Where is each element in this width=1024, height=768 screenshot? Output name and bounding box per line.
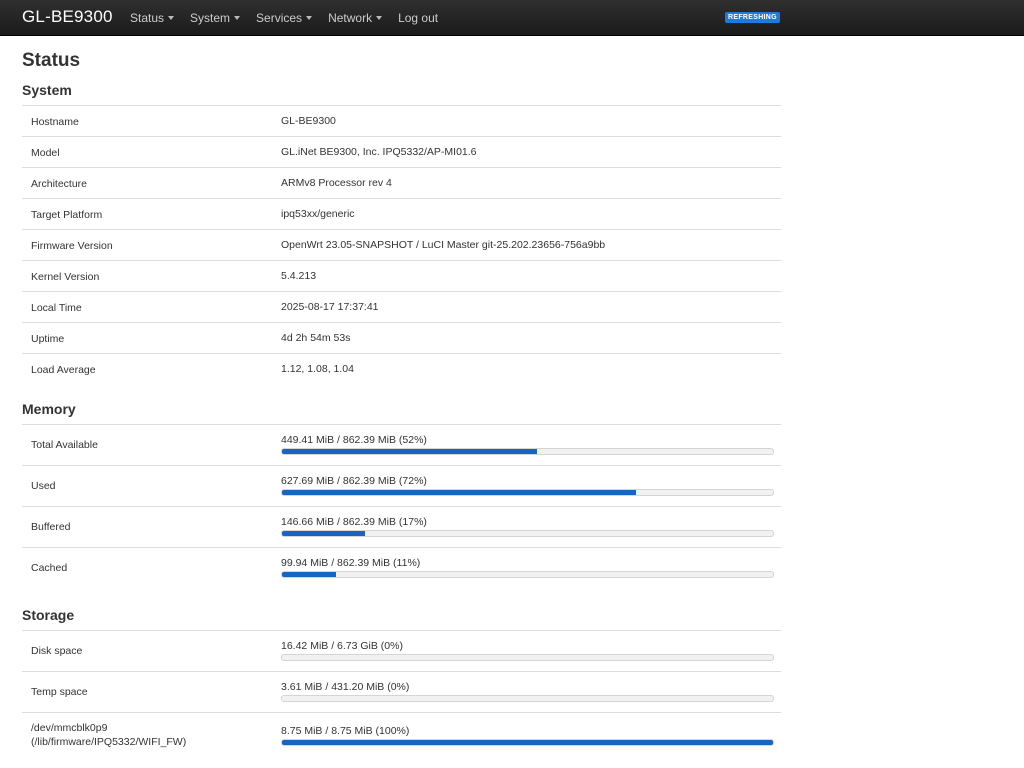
row-value: GL.iNet BE9300, Inc. IPQ5332/AP-MI01.6 [281, 146, 477, 158]
system-row-target-platform: Target Platform ipq53xx/generic [22, 198, 781, 229]
memory-table: Total Available 449.41 MiB / 862.39 MiB (… [22, 424, 781, 588]
storage-row-disk-space: Disk space 16.42 MiB / 6.73 GiB (0%) [22, 630, 781, 671]
row-label: Buffered [31, 521, 71, 533]
row-label: Firmware Version [31, 240, 113, 252]
row-value: GL-BE9300 [281, 115, 336, 127]
nav-status-menu[interactable]: Status [130, 10, 175, 25]
progress-fill [282, 572, 336, 577]
system-row-firmware-version: Firmware Version OpenWrt 23.05-SNAPSHOT /… [22, 229, 781, 260]
row-label: Temp space [31, 686, 88, 698]
system-row-model: Model GL.iNet BE9300, Inc. IPQ5332/AP-MI0… [22, 136, 781, 167]
nav-services-label: Services [256, 10, 303, 25]
navbar: GL-BE9300 Status System Services Network… [0, 0, 1024, 36]
row-value: 1.12, 1.08, 1.04 [281, 363, 354, 375]
row-label: Total Available [31, 439, 98, 451]
row-label: Hostname [31, 116, 79, 128]
row-label: Model [31, 147, 60, 159]
nav-menu: Status System Services Network Log out [130, 0, 454, 35]
system-row-uptime: Uptime 4d 2h 54m 53s [22, 322, 781, 353]
caret-down-icon [168, 16, 175, 21]
row-value: 3.61 MiB / 431.20 MiB (0%) [281, 681, 410, 693]
row-value: 5.4.213 [281, 270, 317, 282]
caret-down-icon [234, 16, 241, 21]
row-value: 449.41 MiB / 862.39 MiB (52%) [281, 434, 427, 446]
row-label: /dev/mmcblk0p9 (/lib/firmware/IPQ5332/WIF… [31, 721, 186, 749]
row-label-line2: (/lib/firmware/IPQ5332/WIFI_FW) [31, 736, 187, 748]
page-title: Status [22, 50, 81, 71]
progress-fill [282, 490, 636, 495]
row-label: Disk space [31, 645, 83, 657]
row-value: OpenWrt 23.05-SNAPSHOT / LuCI Master git… [281, 239, 606, 251]
row-value: ipq53xx/generic [281, 208, 355, 220]
nav-logout-link[interactable]: Log out [398, 11, 438, 25]
row-value: 627.69 MiB / 862.39 MiB (72%) [281, 475, 427, 487]
progress-track [281, 654, 774, 661]
refreshing-indicator[interactable]: REFRESHING [725, 12, 780, 23]
memory-row-cached: Cached 99.94 MiB / 862.39 MiB (11%) [22, 547, 781, 588]
caret-down-icon [306, 16, 313, 21]
progress-track [281, 489, 774, 496]
progress-fill [282, 740, 773, 745]
nav-system-label: System [190, 10, 231, 25]
progress-track [281, 739, 774, 746]
row-value: ARMv8 Processor rev 4 [281, 177, 392, 189]
progress-track [281, 530, 774, 537]
brand-title[interactable]: GL-BE9300 [22, 7, 113, 27]
nav-services-menu[interactable]: Services [256, 10, 313, 25]
nav-system-menu[interactable]: System [190, 10, 241, 25]
nav-network-label: Network [328, 10, 373, 25]
row-label: Architecture [31, 178, 88, 190]
row-value: 146.66 MiB / 862.39 MiB (17%) [281, 516, 427, 528]
row-label: Load Average [31, 364, 96, 376]
storage-section-title: Storage [22, 607, 75, 623]
memory-row-total-available: Total Available 449.41 MiB / 862.39 MiB (… [22, 424, 781, 465]
nav-logout-label: Log out [398, 10, 439, 25]
system-row-kernel-version: Kernel Version 5.4.213 [22, 260, 781, 291]
row-label: Uptime [31, 333, 65, 345]
system-row-local-time: Local Time 2025-08-17 17:37:41 [22, 291, 781, 322]
memory-section-title: Memory [22, 401, 76, 417]
system-row-architecture: Architecture ARMv8 Processor rev 4 [22, 167, 781, 198]
nav-network-menu[interactable]: Network [328, 10, 383, 25]
row-value: 2025-08-17 17:37:41 [281, 301, 379, 313]
progress-fill [282, 449, 538, 454]
system-row-hostname: Hostname GL-BE9300 [22, 105, 781, 136]
system-section-title: System [22, 82, 72, 98]
storage-row-wifi-fw: /dev/mmcblk0p9 (/lib/firmware/IPQ5332/WIF… [22, 712, 781, 757]
progress-track [281, 571, 774, 578]
progress-fill [282, 531, 366, 536]
storage-row-temp-space: Temp space 3.61 MiB / 431.20 MiB (0%) [22, 671, 781, 712]
row-label: Target Platform [31, 209, 103, 221]
progress-track [281, 695, 774, 702]
system-row-load-average: Load Average 1.12, 1.08, 1.04 [22, 353, 781, 384]
row-value: 8.75 MiB / 8.75 MiB (100%) [281, 725, 410, 737]
nav-status-label: Status [130, 10, 165, 25]
memory-row-used: Used 627.69 MiB / 862.39 MiB (72%) [22, 465, 781, 506]
caret-down-icon [376, 16, 383, 21]
row-label-line1: /dev/mmcblk0p9 [31, 722, 108, 734]
system-table: Hostname GL-BE9300 Model GL.iNet BE9300, I… [22, 105, 781, 384]
row-label: Used [31, 480, 56, 492]
row-value: 99.94 MiB / 862.39 MiB (11%) [281, 557, 421, 569]
row-label: Kernel Version [31, 271, 100, 283]
memory-row-buffered: Buffered 146.66 MiB / 862.39 MiB (17%) [22, 506, 781, 547]
row-label: Cached [31, 562, 68, 574]
row-value: 16.42 MiB / 6.73 GiB (0%) [281, 640, 403, 652]
row-value: 4d 2h 54m 53s [281, 332, 351, 344]
progress-track [281, 448, 774, 455]
row-label: Local Time [31, 302, 82, 314]
storage-table: Disk space 16.42 MiB / 6.73 GiB (0%) Temp… [22, 630, 781, 757]
